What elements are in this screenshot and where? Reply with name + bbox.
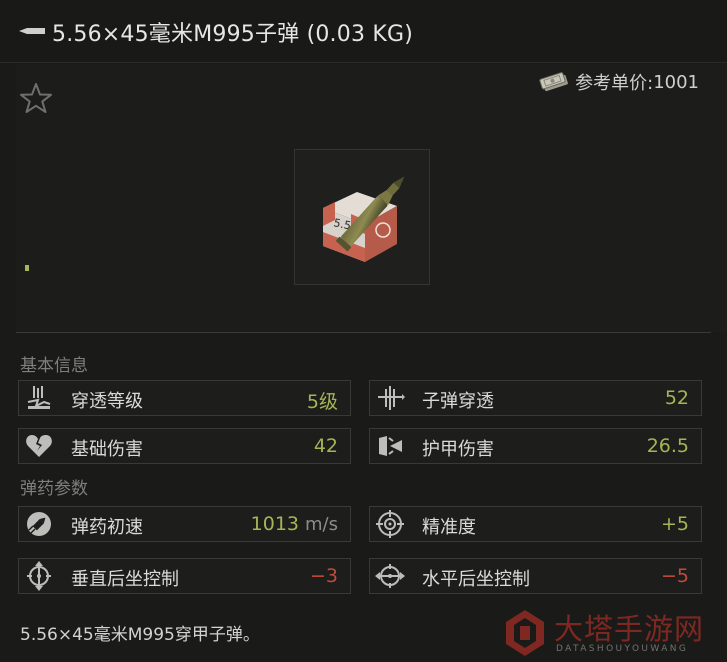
stat-label: 弹药初速 xyxy=(71,517,143,538)
stat-value: 52 xyxy=(664,387,689,409)
stat-armor-damage: 护甲伤害 26.5 xyxy=(369,428,702,464)
section-title-ammo-params: 弹药参数 xyxy=(20,479,88,499)
horizontal-recoil-icon xyxy=(375,564,405,588)
stat-value: 5级 xyxy=(306,391,338,413)
vertical-recoil-icon xyxy=(27,561,51,591)
stat-muzzle-velocity: 弹药初速 1013 m/s xyxy=(18,506,351,542)
stat-label: 精准度 xyxy=(422,517,476,538)
star-outline-icon[interactable] xyxy=(19,82,53,114)
stat-value: −3 xyxy=(309,565,338,587)
armor-damage-icon xyxy=(379,436,402,456)
velocity-unit: m/s xyxy=(305,514,338,535)
price-label: 参考单价: xyxy=(575,73,654,94)
item-title: 5.56×45毫米M995子弹 (0.03 KG) xyxy=(52,22,413,47)
broken-heart-icon xyxy=(26,435,52,457)
item-image-frame[interactable]: 5.56 xyxy=(294,149,430,285)
reference-price: 参考单价: 1001 xyxy=(537,70,699,94)
stat-label: 护甲伤害 xyxy=(422,439,494,460)
watermark: 大塔手游网 DATASHOUYOUWANG xyxy=(500,604,722,660)
stat-label: 子弹穿透 xyxy=(422,391,494,412)
indicator-dot xyxy=(25,265,29,271)
section-title-basic-info: 基本信息 xyxy=(20,356,88,376)
stat-label: 穿透等级 xyxy=(71,391,143,412)
bullet-icon xyxy=(19,28,45,34)
stat-accuracy: 精准度 +5 xyxy=(369,506,702,542)
stat-value: −5 xyxy=(660,565,689,587)
watermark-logo-icon xyxy=(506,610,544,656)
crosshair-icon xyxy=(376,510,404,538)
stat-base-damage: 基础伤害 42 xyxy=(18,428,351,464)
watermark-text: 大塔手游网 xyxy=(554,612,705,646)
price-value: 1001 xyxy=(653,71,699,93)
penetration-level-icon xyxy=(27,386,51,409)
stat-horizontal-recoil: 水平后坐控制 −5 xyxy=(369,558,702,594)
bullet-penetration-icon xyxy=(378,386,405,410)
watermark-subtext: DATASHOUYOUWANG xyxy=(556,644,689,654)
ammo-box-image: 5.56 xyxy=(323,176,405,262)
stat-value: 42 xyxy=(313,435,338,457)
muzzle-velocity-icon xyxy=(27,512,51,536)
stat-penetration-level: 穿透等级 5级 xyxy=(18,380,351,416)
stat-label: 垂直后坐控制 xyxy=(71,569,179,590)
stat-value: 1013 m/s xyxy=(251,513,338,535)
stat-label: 基础伤害 xyxy=(71,439,143,460)
item-description: 5.56×45毫米M995穿甲子弹。 xyxy=(20,625,260,645)
stat-vertical-recoil: 垂直后坐控制 −3 xyxy=(18,558,351,594)
title-bar: 5.56×45毫米M995子弹 (0.03 KG) xyxy=(0,0,727,63)
stat-label: 水平后坐控制 xyxy=(422,569,530,590)
stat-bullet-penetration: 子弹穿透 52 xyxy=(369,380,702,416)
money-stack-icon xyxy=(539,72,568,92)
stat-value: +5 xyxy=(660,513,689,535)
divider xyxy=(16,332,711,333)
stat-value: 26.5 xyxy=(646,435,689,457)
velocity-number: 1013 xyxy=(250,513,300,535)
